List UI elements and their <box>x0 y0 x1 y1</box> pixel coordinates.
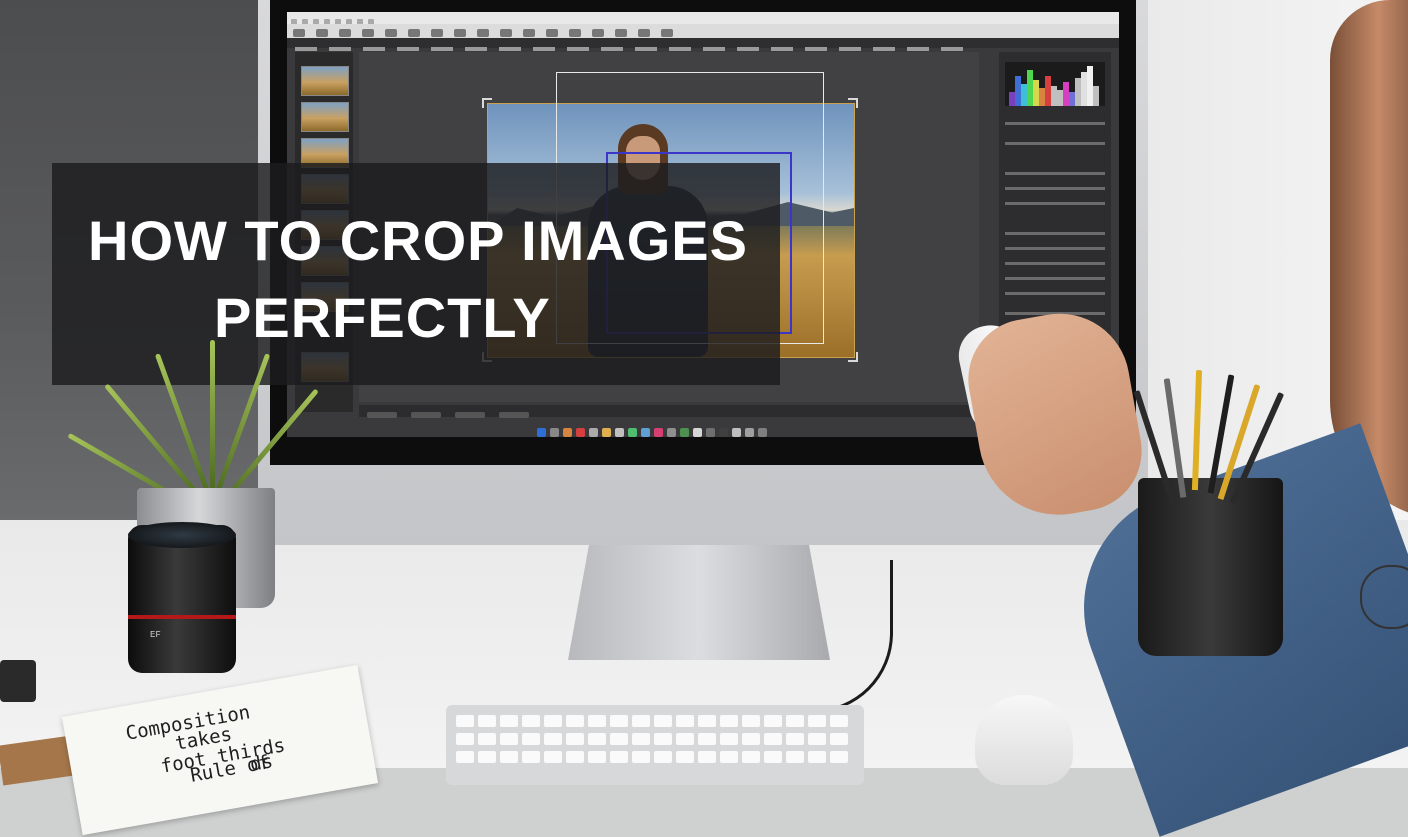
filmstrip-thumb[interactable] <box>301 102 349 132</box>
filmstrip-thumb[interactable] <box>301 66 349 96</box>
phone <box>0 660 36 702</box>
keyboard <box>446 705 864 785</box>
status-bar <box>359 405 979 418</box>
pencil-cup <box>1133 369 1285 656</box>
plant-leaf <box>210 340 215 490</box>
glasses <box>1360 565 1408 629</box>
app-toolbar[interactable] <box>287 24 1119 39</box>
histogram-icon <box>1005 62 1105 106</box>
monitor-cable <box>680 560 893 713</box>
lens-front <box>128 522 236 548</box>
title-line-2: PERFECTLY <box>214 286 551 349</box>
lens-red-ring <box>128 615 236 619</box>
crop-handle-icon[interactable] <box>482 98 492 108</box>
crop-handle-icon[interactable] <box>848 98 858 108</box>
crop-handle-icon[interactable] <box>848 352 858 362</box>
title-banner <box>52 163 780 385</box>
desk-mouse <box>975 695 1073 785</box>
app-dock[interactable] <box>537 424 807 437</box>
lens-label: EF <box>150 630 161 640</box>
notebook-line-5: ds <box>248 750 275 776</box>
app-menubar[interactable] <box>287 12 1119 25</box>
title-line-1: HOW TO CROP IMAGES <box>88 209 748 272</box>
app-options-bar[interactable] <box>287 38 1119 51</box>
